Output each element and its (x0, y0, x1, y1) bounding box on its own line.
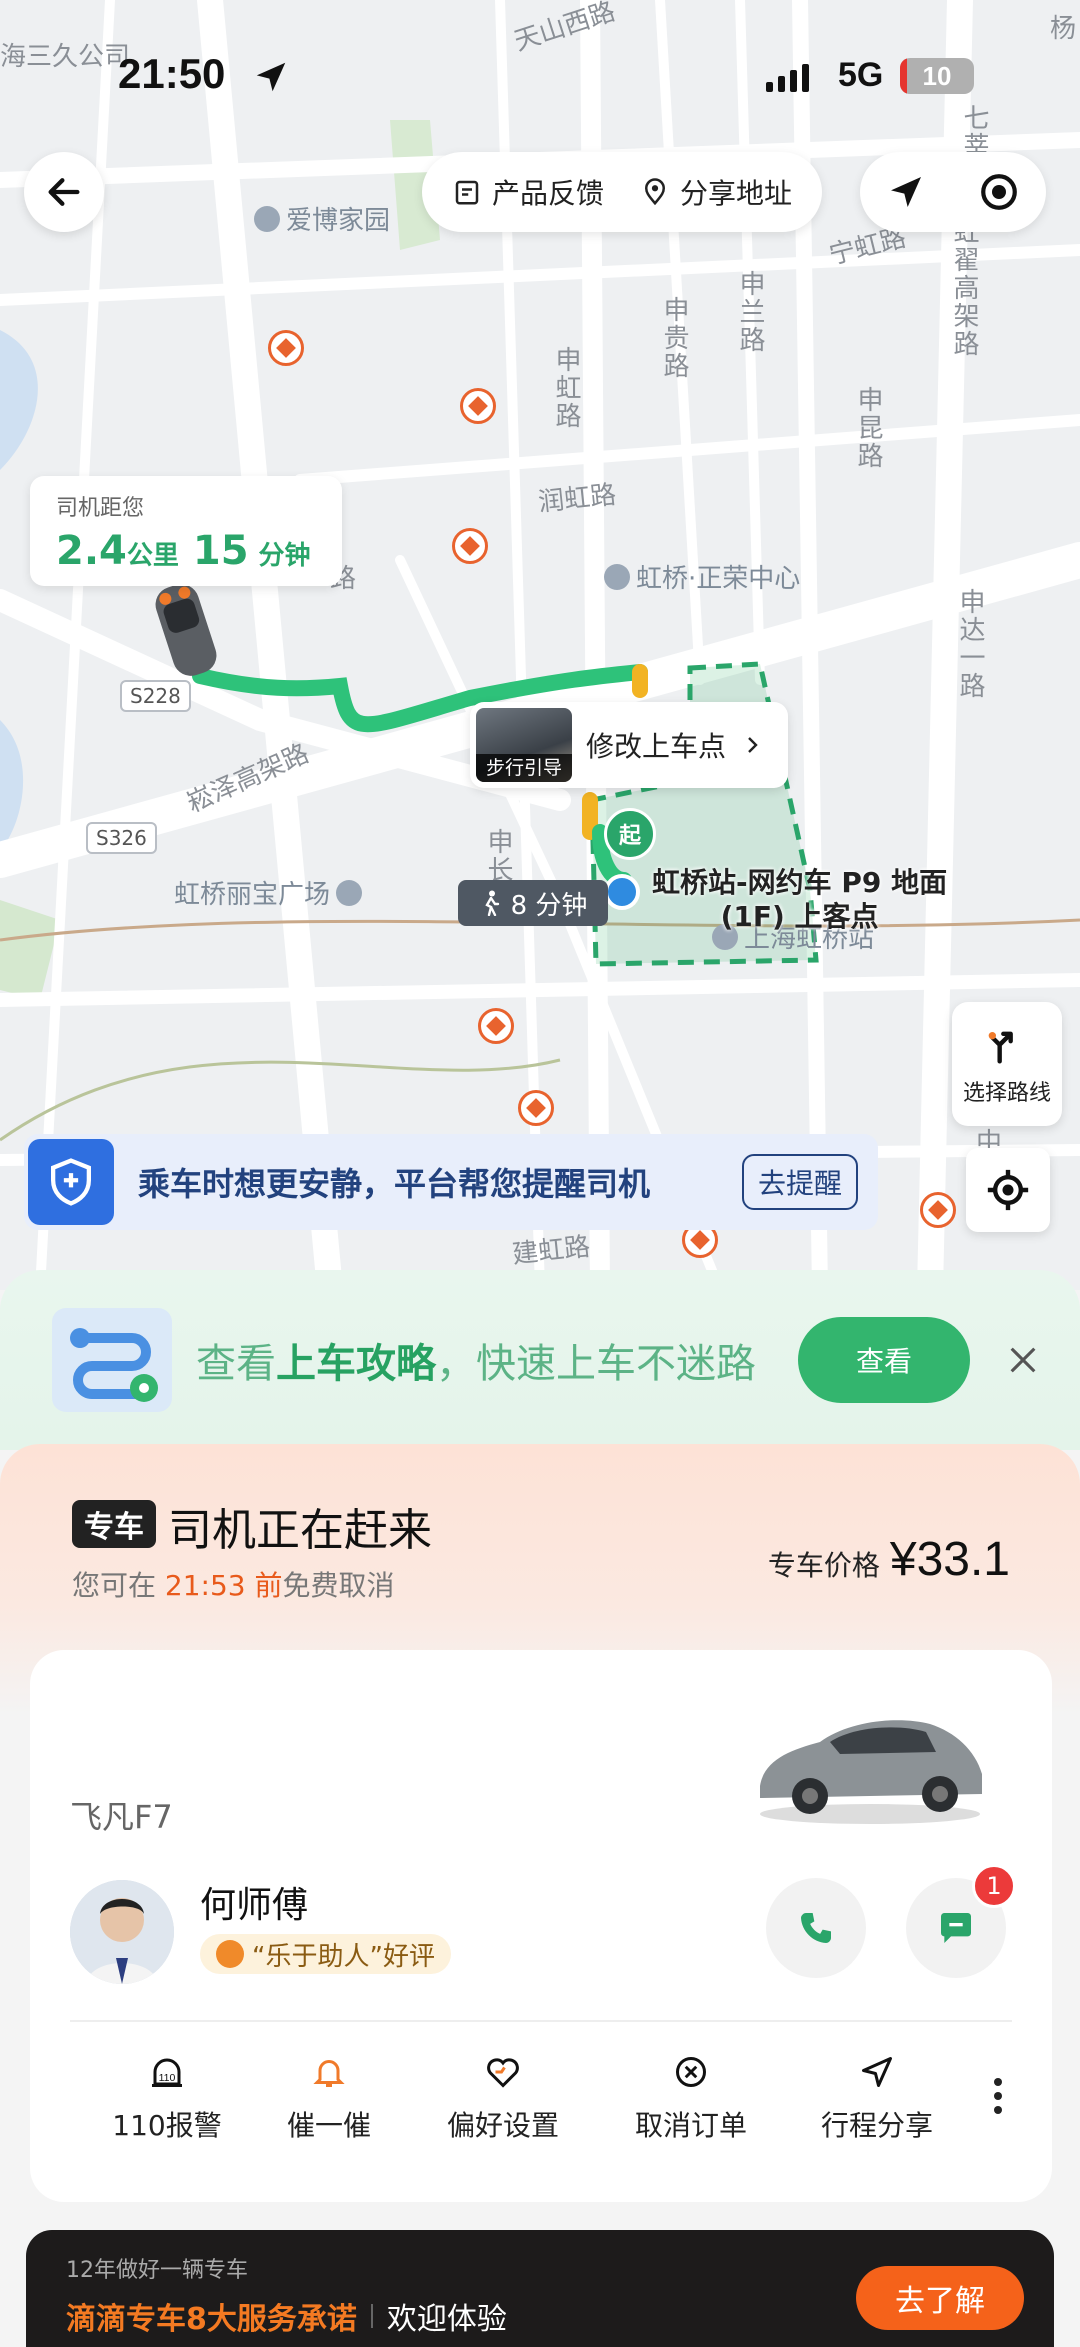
back-button[interactable] (24, 152, 104, 232)
car-model: 飞凡F7 (70, 1798, 173, 1836)
status-bar: 21:50 5G 10 (0, 50, 1080, 110)
flower-icon (216, 1940, 244, 1968)
construction-icon (268, 330, 304, 366)
divider (70, 2020, 1012, 2022)
chevron-right-icon (748, 737, 758, 753)
free-cancel-note: 您可在 21:53 前免费取消 (72, 1569, 395, 1602)
chat-icon (941, 1913, 971, 1943)
walk-time-badge: 8 分钟 (458, 880, 608, 926)
road-badge: S228 (120, 680, 191, 712)
close-icon[interactable] (1006, 1343, 1040, 1377)
map-label: 杨 (1050, 14, 1077, 44)
map-label: 虹翟高架路 (949, 218, 979, 358)
top-action-pill: 产品反馈 分享地址 (422, 152, 823, 232)
walking-icon (484, 890, 499, 916)
signal-icon (766, 64, 809, 92)
construction-icon (920, 1192, 956, 1228)
poi-libao[interactable]: 虹桥丽宝广场 (174, 874, 363, 911)
more-options-button[interactable] (994, 2078, 1006, 2120)
cancel-circle-icon (676, 2057, 706, 2087)
action-bar: 110 110报警 催一催 偏好设置 取消订单 行程分享 (30, 2054, 1052, 2164)
construction-icon (518, 1090, 554, 1126)
start-point-badge: 起 (604, 808, 656, 860)
share-trip-button[interactable]: 行程分享 (792, 2054, 962, 2144)
remind-driver-button[interactable]: 去提醒 (741, 1154, 858, 1210)
guide-text: 查看上车攻略，快速上车不迷路 (196, 1341, 756, 1387)
preference-button[interactable]: 偏好设置 (418, 2054, 588, 2144)
modify-pickup-button[interactable]: 步行引导 修改上车点 (470, 702, 788, 788)
map-label: 申长 (483, 828, 513, 884)
locate-me-button[interactable] (966, 1148, 1050, 1232)
driver-distance-card: 司机距您 2.4公里 15 分钟 (30, 476, 342, 586)
location-arrow-icon (256, 62, 286, 92)
safety-text: 乘车时想更安静，平台帮您提醒司机 (138, 1165, 651, 1203)
target-icon[interactable] (978, 171, 1020, 213)
status-time: 21:50 (118, 50, 226, 97)
distance-label: 司机距您 (56, 496, 145, 521)
alarm-110-icon: 110 (152, 2058, 182, 2087)
feedback-button[interactable]: 产品反馈 (452, 172, 604, 212)
call-driver-button[interactable] (766, 1878, 866, 1978)
route-map-icon (52, 1308, 172, 1412)
poi-icon (336, 879, 363, 906)
safety-reminder-bar: 乘车时想更安静，平台帮您提醒司机 去提醒 (24, 1134, 878, 1230)
price-info[interactable]: 专车价格 ¥33.1 (768, 1532, 1010, 1587)
police-110-button[interactable]: 110 110报警 (82, 2054, 252, 2144)
construction-icon (478, 1008, 514, 1044)
distance-value: 2.4公里 15 分钟 (56, 528, 311, 574)
order-status-title: 司机正在赶来 (168, 1505, 432, 1556)
poi-aibo[interactable]: 爱博家园 (254, 200, 390, 237)
cancel-order-button[interactable]: 取消订单 (606, 2054, 776, 2144)
edit-note-icon (455, 180, 479, 205)
walk-guide-thumbnail[interactable]: 步行引导 (476, 708, 572, 782)
promo-banner: 12年做好一辆专车 滴滴专车8大服务承诺 欢迎体验 去了解 (26, 2230, 1054, 2347)
driver-name: 何师傅 (200, 1885, 309, 1926)
driver-avatar[interactable] (70, 1880, 174, 1984)
poi-zhengrong[interactable]: 虹桥·正荣中心 (604, 558, 800, 595)
message-driver-button[interactable]: 1 (906, 1864, 1016, 1978)
crosshair-icon (987, 1169, 1029, 1211)
road-badge: S326 (86, 822, 157, 854)
network-type: 5G (838, 56, 884, 94)
svg-text:110: 110 (159, 2072, 176, 2084)
urge-button[interactable]: 催一催 (244, 2054, 414, 2144)
phone-icon (801, 1913, 831, 1943)
map-label: 申昆路 (853, 386, 883, 470)
navigation-arrow-icon[interactable] (886, 172, 926, 212)
map-nav-pill (860, 152, 1046, 232)
send-icon (862, 2057, 892, 2087)
shield-icon (28, 1139, 114, 1225)
poi-icon (254, 205, 280, 232)
bell-icon (313, 2060, 345, 2087)
unread-badge: 1 (972, 1864, 1016, 1908)
construction-icon (452, 528, 488, 564)
service-tag: 专车 (72, 1500, 156, 1548)
construction-icon (460, 388, 496, 424)
map-label: 申贵路 (659, 296, 689, 380)
share-address-button[interactable]: 分享地址 (640, 172, 792, 212)
boarding-guide-banner: 查看上车攻略，快速上车不迷路 查看 (0, 1270, 1080, 1450)
driver-card: 飞凡F7 何师傅 “乐于助人”好评 1 110 110报警 催一催 偏好设置 取… (30, 1650, 1052, 2202)
map-label: 申兰路 (735, 270, 765, 354)
map-label: 申虹路 (551, 346, 581, 430)
learn-more-button[interactable]: 去了解 (856, 2266, 1024, 2330)
location-share-icon (645, 178, 666, 206)
heart-icon (487, 2058, 519, 2088)
car-image (760, 1720, 982, 1824)
pickup-point-name[interactable]: 虹桥站-网约车 P9 地面 (1F) 上客点 (652, 866, 947, 934)
select-route-button[interactable]: 选择路线 (952, 1002, 1062, 1126)
poi-icon (604, 563, 630, 590)
battery-icon: 10 (900, 58, 974, 94)
modify-pickup-label: 修改上车点 (586, 730, 727, 763)
route-fork-icon (988, 1031, 1013, 1064)
view-guide-button[interactable]: 查看 (798, 1317, 970, 1403)
driver-praise-badge: “乐于助人”好评 (200, 1934, 451, 1974)
back-arrow-icon (48, 178, 80, 206)
map-label: 申达一路 (955, 588, 985, 700)
order-panel: 专车 司机正在赶来 您可在 21:53 前免费取消 专车价格 ¥33.1 飞凡F7… (0, 1444, 1080, 2347)
